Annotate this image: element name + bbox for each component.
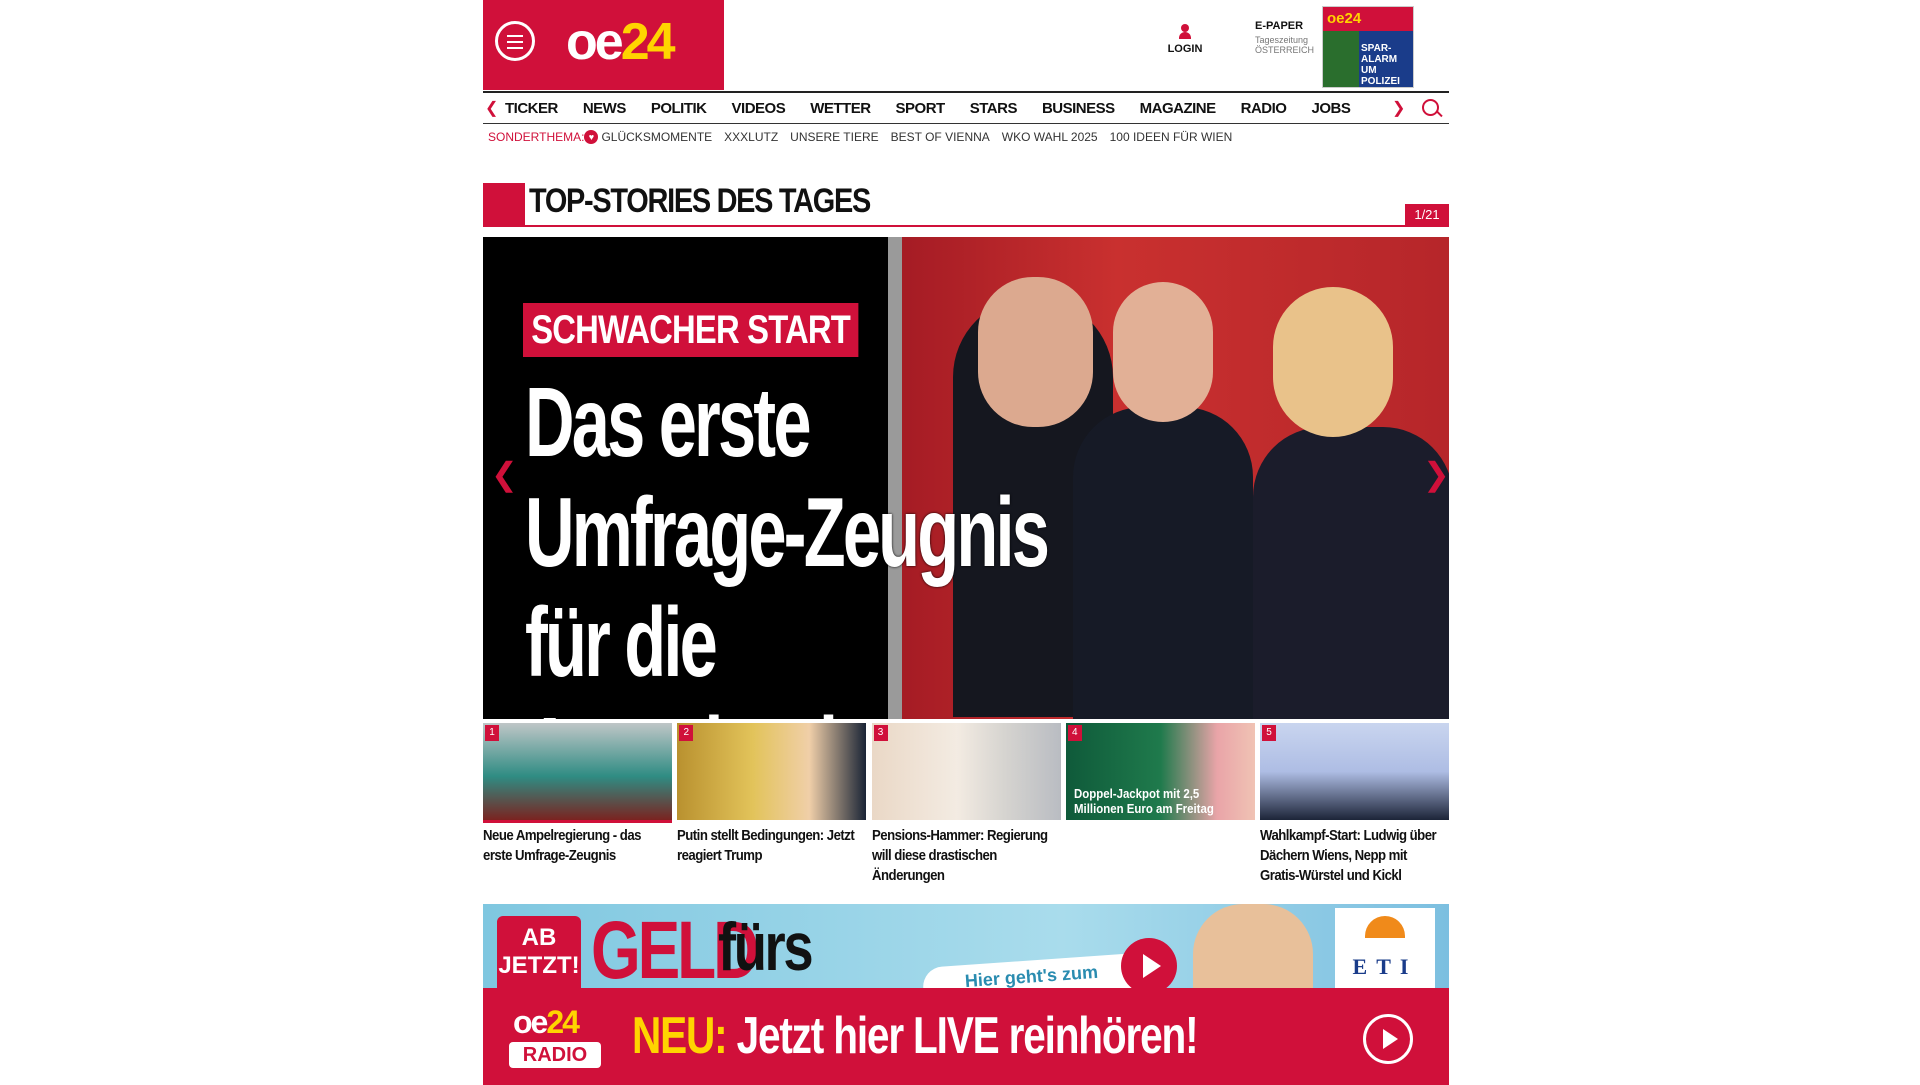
ad-banner[interactable]: AB JETZT! GELD fürs Hier geht's zum ETI bbox=[483, 904, 1449, 988]
thumbnail-caption: Pensions-Hammer: Regierung will diese dr… bbox=[871, 827, 1048, 884]
subnav-item[interactable]: UNSERE TIERE bbox=[790, 130, 878, 144]
radio-logo-sub: RADIO bbox=[509, 1042, 601, 1068]
nav-item-magazine[interactable]: MAGAZINE bbox=[1140, 100, 1217, 117]
epaper-cover-logo: oe24 bbox=[1323, 7, 1413, 31]
thumbnail-number: 1 bbox=[485, 725, 499, 741]
banner-pill: Hier geht's zum bbox=[921, 952, 1155, 988]
nav-item-business[interactable]: BUSINESS bbox=[1042, 100, 1115, 117]
hero-headline-line1: Das erste bbox=[525, 367, 812, 477]
epaper-link[interactable]: E-PAPER Tageszeitung ÖSTERREICH bbox=[1255, 20, 1314, 55]
thumbnail-number: 4 bbox=[1067, 725, 1082, 741]
thumbnail-image: 5 bbox=[1260, 723, 1449, 820]
hero-person-3 bbox=[1253, 427, 1449, 719]
banner-furs: fürs bbox=[718, 909, 814, 985]
thumbnail-item[interactable]: 5 Wahlkampf-Start: Ludwig über Dächern W… bbox=[1260, 723, 1449, 884]
epaper-cover-headline: SPAR-ALARM UM POLIZEI bbox=[1359, 31, 1413, 87]
nav-item-wetter[interactable]: WETTER bbox=[810, 100, 871, 117]
thumbnail-caption: Neue Ampelregierung - das erste Umfrage-… bbox=[483, 827, 641, 864]
main-nav: ❮ TICKER NEWS POLITIK VIDEOS WETTER SPOR… bbox=[483, 91, 1449, 124]
hero-headline-line2: Umfrage-Zeugnis bbox=[525, 477, 1050, 587]
eti-sun-icon bbox=[1365, 916, 1405, 938]
thumbnail-number: 3 bbox=[873, 725, 888, 741]
section-marker bbox=[483, 183, 525, 227]
next-slide-icon[interactable]: ❯ bbox=[1423, 455, 1449, 493]
eti-logo: ETI bbox=[1335, 908, 1435, 988]
thumbnail-item[interactable]: 2 Putin stellt Bedingungen: Jetzt reagie… bbox=[677, 723, 867, 883]
nav-item-radio[interactable]: RADIO bbox=[1241, 100, 1287, 117]
subnav: SONDERTHEMA: ♥ GLÜCKSMOMENTE XXXLUTZ UNS… bbox=[488, 130, 1244, 144]
logo-block[interactable]: oe24 bbox=[483, 0, 724, 90]
active-indicator bbox=[483, 820, 672, 823]
nav-right-arrow-icon[interactable]: ❯ bbox=[1392, 98, 1405, 118]
subnav-item[interactable]: XXXLUTZ bbox=[724, 130, 778, 144]
thumbnail-number: 5 bbox=[1262, 725, 1276, 741]
nav-item-ticker[interactable]: TICKER bbox=[505, 100, 558, 117]
subnav-item[interactable]: WKO WAHL 2025 bbox=[1002, 130, 1098, 144]
thumbnail-image: 2 bbox=[677, 723, 867, 820]
radio-play-icon[interactable] bbox=[1363, 1014, 1413, 1064]
search-icon[interactable] bbox=[1422, 99, 1439, 116]
hero-kicker: SCHWACHER START bbox=[523, 303, 859, 357]
thumbnail-strip: 1 Neue Ampelregierung - das erste Umfrag… bbox=[483, 723, 1449, 884]
subnav-label: SONDERTHEMA: bbox=[488, 130, 585, 144]
thumbnail-image: 3 bbox=[871, 723, 1061, 820]
subnav-item[interactable]: BEST OF VIENNA bbox=[891, 130, 990, 144]
nav-item-videos[interactable]: VIDEOS bbox=[732, 100, 786, 117]
hero-slide[interactable]: SCHWACHER START Das erste Umfrage-Zeugni… bbox=[483, 237, 1449, 719]
section-title: TOP-STORIES DES TAGES bbox=[529, 182, 871, 220]
banner-photo bbox=[1193, 904, 1313, 988]
hero-headline[interactable]: Das erste Umfrage-Zeugnis für die Ampelr… bbox=[525, 367, 1155, 719]
epaper-title: E-PAPER bbox=[1255, 20, 1304, 32]
thumbnail-image: 4 Doppel-Jackpot mit 2,5 Millionen Euro … bbox=[1065, 723, 1255, 820]
epaper-line1: Tageszeitung bbox=[1255, 35, 1309, 45]
radio-logo-mark: oe24 bbox=[513, 1004, 580, 1040]
thumbnail-caption: Wahlkampf-Start: Ludwig über Dächern Wie… bbox=[1260, 827, 1437, 884]
menu-icon[interactable] bbox=[495, 21, 535, 61]
heart-icon: ♥ bbox=[584, 130, 599, 144]
section-divider bbox=[525, 225, 1449, 227]
thumbnail-overlay-text: Doppel-Jackpot mit 2,5 Millionen Euro am… bbox=[1073, 786, 1214, 816]
banner-play-icon[interactable] bbox=[1121, 938, 1177, 988]
eti-logo-text: ETI bbox=[1352, 954, 1418, 979]
thumbnail-number: 2 bbox=[679, 725, 694, 741]
thumbnail-image: 1 bbox=[483, 723, 672, 820]
nav-item-news[interactable]: NEWS bbox=[583, 100, 627, 117]
site-logo[interactable]: oe24 bbox=[566, 12, 676, 72]
nav-item-stars[interactable]: STARS bbox=[970, 100, 1018, 117]
slide-counter: 1/21 bbox=[1405, 204, 1449, 226]
subnav-item[interactable]: 100 IDEEN FÜR WIEN bbox=[1110, 130, 1233, 144]
epaper-line2: ÖSTERREICH bbox=[1255, 45, 1315, 55]
nav-item-politik[interactable]: POLITIK bbox=[651, 100, 707, 117]
page: oe24 LOGIN E-PAPER Tageszeitung ÖSTERREI… bbox=[483, 0, 1449, 1085]
radio-logo: oe24 RADIO bbox=[509, 1004, 601, 1074]
login-label: LOGIN bbox=[1167, 43, 1203, 55]
thumbnail-caption: Putin stellt Bedingungen: Jetzt reagiert… bbox=[677, 827, 855, 864]
epaper-cover[interactable]: oe24 SPAR-ALARM UM POLIZEI bbox=[1322, 6, 1414, 88]
radio-bar[interactable]: oe24 RADIO NEU: Jetzt hier LIVE reinhöre… bbox=[483, 988, 1449, 1085]
prev-slide-icon[interactable]: ❮ bbox=[491, 455, 518, 493]
nav-left-arrow-icon[interactable]: ❮ bbox=[485, 98, 498, 118]
thumbnail-item[interactable]: 1 Neue Ampelregierung - das erste Umfrag… bbox=[483, 723, 672, 883]
subnav-item[interactable]: GLÜCKSMOMENTE bbox=[601, 130, 712, 144]
user-icon bbox=[1179, 24, 1191, 40]
radio-cta-text: Jetzt hier LIVE reinhören! bbox=[736, 1007, 1199, 1065]
thumbnail-item[interactable]: 3 Pensions-Hammer: Regierung will diese … bbox=[871, 723, 1061, 884]
hero-person-3-head bbox=[1273, 287, 1393, 437]
nav-item-sport[interactable]: SPORT bbox=[896, 100, 946, 117]
radio-cta: NEU: Jetzt hier LIVE reinhören! bbox=[632, 1006, 1199, 1066]
hero-headline-line3: für die Ampelregierung bbox=[525, 587, 1015, 719]
login-button[interactable]: LOGIN bbox=[1159, 24, 1211, 55]
thumbnail-item[interactable]: 4 Doppel-Jackpot mit 2,5 Millionen Euro … bbox=[1065, 723, 1255, 883]
epaper-cover-photo bbox=[1323, 31, 1359, 87]
radio-new-label: NEU: bbox=[632, 1007, 728, 1065]
nav-item-jobs[interactable]: JOBS bbox=[1311, 100, 1350, 117]
banner-ab-jetzt: AB JETZT! bbox=[497, 916, 581, 988]
